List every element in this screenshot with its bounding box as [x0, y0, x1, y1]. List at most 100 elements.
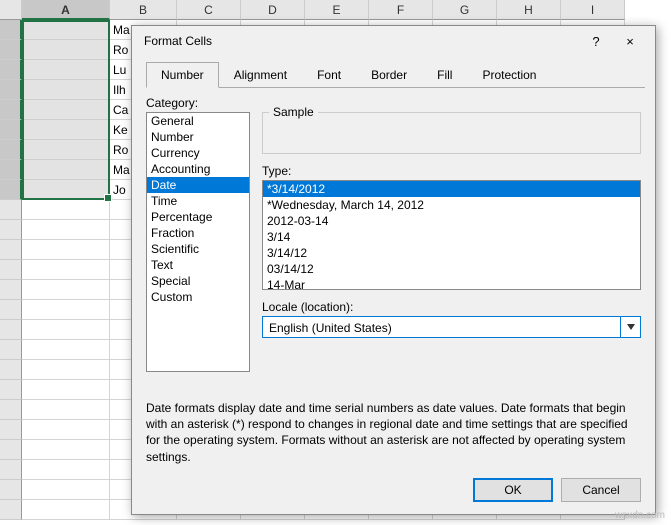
close-icon: ×: [626, 34, 634, 49]
help-icon: ?: [592, 34, 599, 49]
tab-font[interactable]: Font: [302, 62, 356, 88]
type-item[interactable]: 3/14/12: [263, 245, 640, 261]
cell[interactable]: [22, 240, 110, 260]
cell[interactable]: [22, 440, 110, 460]
column-header[interactable]: F: [369, 0, 433, 20]
row-header[interactable]: [0, 500, 22, 520]
row-header[interactable]: [0, 420, 22, 440]
cell[interactable]: [22, 160, 110, 180]
cell[interactable]: [22, 180, 110, 200]
row-header[interactable]: [0, 20, 22, 40]
row-header[interactable]: [0, 380, 22, 400]
column-header[interactable]: I: [561, 0, 625, 20]
category-item[interactable]: Custom: [147, 289, 249, 305]
category-item[interactable]: Text: [147, 257, 249, 273]
tab-protection[interactable]: Protection: [467, 62, 551, 88]
cell[interactable]: [22, 260, 110, 280]
row-header[interactable]: [0, 160, 22, 180]
type-list[interactable]: *3/14/2012*Wednesday, March 14, 20122012…: [262, 180, 641, 290]
row-header[interactable]: [0, 460, 22, 480]
cell[interactable]: [22, 200, 110, 220]
cancel-button[interactable]: Cancel: [561, 478, 641, 502]
column-header[interactable]: G: [433, 0, 497, 20]
column-header[interactable]: C: [177, 0, 241, 20]
type-item[interactable]: 3/14: [263, 229, 640, 245]
tab-fill[interactable]: Fill: [422, 62, 467, 88]
cell[interactable]: [22, 100, 110, 120]
sample-box: Sample: [262, 112, 641, 154]
dialog-titlebar: Format Cells ? ×: [132, 26, 655, 56]
row-header[interactable]: [0, 260, 22, 280]
column-header[interactable]: E: [305, 0, 369, 20]
cell[interactable]: [22, 300, 110, 320]
column-header[interactable]: D: [241, 0, 305, 20]
category-item[interactable]: Date: [147, 177, 249, 193]
category-item[interactable]: Time: [147, 193, 249, 209]
cell[interactable]: [22, 340, 110, 360]
row-header[interactable]: [0, 360, 22, 380]
row-header[interactable]: [0, 60, 22, 80]
column-header[interactable]: H: [497, 0, 561, 20]
cell[interactable]: [22, 360, 110, 380]
cell[interactable]: [22, 20, 110, 40]
cell[interactable]: [22, 420, 110, 440]
row-header[interactable]: [0, 220, 22, 240]
category-item[interactable]: Fraction: [147, 225, 249, 241]
row-header[interactable]: [0, 40, 22, 60]
format-cells-dialog: Format Cells ? × NumberAlignmentFontBord…: [131, 25, 656, 515]
cell[interactable]: [22, 480, 110, 500]
category-item[interactable]: Accounting: [147, 161, 249, 177]
cell[interactable]: [22, 400, 110, 420]
type-item[interactable]: *Wednesday, March 14, 2012: [263, 197, 640, 213]
row-header[interactable]: [0, 180, 22, 200]
row-header[interactable]: [0, 140, 22, 160]
cell[interactable]: [22, 380, 110, 400]
cell[interactable]: [22, 220, 110, 240]
category-item[interactable]: General: [147, 113, 249, 129]
category-item[interactable]: Currency: [147, 145, 249, 161]
ok-button[interactable]: OK: [473, 478, 553, 502]
locale-combo[interactable]: English (United States): [262, 316, 641, 338]
dialog-title: Format Cells: [140, 34, 579, 48]
row-header[interactable]: [0, 80, 22, 100]
locale-dropdown-button[interactable]: [620, 317, 640, 337]
category-item[interactable]: Scientific: [147, 241, 249, 257]
row-header[interactable]: [0, 400, 22, 420]
row-header[interactable]: [0, 120, 22, 140]
locale-label: Locale (location):: [262, 300, 641, 314]
type-item[interactable]: 2012-03-14: [263, 213, 640, 229]
row-header[interactable]: [0, 240, 22, 260]
row-header[interactable]: [0, 480, 22, 500]
row-header[interactable]: [0, 280, 22, 300]
cell[interactable]: [22, 460, 110, 480]
column-header[interactable]: A: [22, 0, 110, 20]
row-header[interactable]: [0, 320, 22, 340]
type-item[interactable]: 03/14/12: [263, 261, 640, 277]
close-button[interactable]: ×: [613, 28, 647, 54]
row-header[interactable]: [0, 300, 22, 320]
cell[interactable]: [22, 280, 110, 300]
format-description: Date formats display date and time seria…: [132, 400, 655, 465]
row-header[interactable]: [0, 340, 22, 360]
tab-border[interactable]: Border: [356, 62, 422, 88]
row-header[interactable]: [0, 100, 22, 120]
category-list[interactable]: GeneralNumberCurrencyAccountingDateTimeP…: [146, 112, 250, 372]
cell[interactable]: [22, 80, 110, 100]
tab-number[interactable]: Number: [146, 62, 219, 88]
cell[interactable]: [22, 60, 110, 80]
row-header[interactable]: [0, 200, 22, 220]
category-item[interactable]: Number: [147, 129, 249, 145]
cell[interactable]: [22, 140, 110, 160]
cell[interactable]: [22, 500, 110, 520]
type-item[interactable]: 14-Mar: [263, 277, 640, 290]
cell[interactable]: [22, 320, 110, 340]
category-item[interactable]: Special: [147, 273, 249, 289]
row-header[interactable]: [0, 440, 22, 460]
column-header[interactable]: B: [110, 0, 177, 20]
tab-alignment[interactable]: Alignment: [219, 62, 302, 88]
cell[interactable]: [22, 40, 110, 60]
cell[interactable]: [22, 120, 110, 140]
help-button[interactable]: ?: [579, 28, 613, 54]
category-item[interactable]: Percentage: [147, 209, 249, 225]
type-item[interactable]: *3/14/2012: [263, 181, 640, 197]
